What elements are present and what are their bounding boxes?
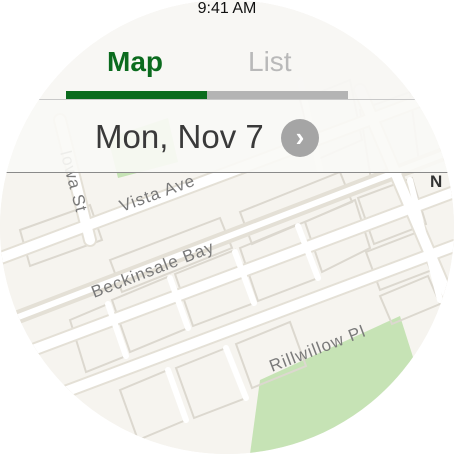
date-divider xyxy=(0,172,454,173)
tab-indicator-active xyxy=(66,91,207,99)
tab-map[interactable]: Map xyxy=(107,44,163,80)
watch-screen: Iowa St Vista Ave Beckinsale Bay Rillwil… xyxy=(0,0,454,454)
status-time: 9:41 AM xyxy=(197,0,257,17)
tab-indicator-inactive xyxy=(207,91,348,99)
next-date-button[interactable]: › xyxy=(281,119,319,157)
date-bar: Mon, Nov 7 › xyxy=(0,100,454,172)
date-label: Mon, Nov 7 xyxy=(95,118,264,155)
map-edge-label: N xyxy=(430,172,442,191)
tab-list[interactable]: List xyxy=(248,44,292,80)
chevron-right-icon: › xyxy=(295,122,305,152)
